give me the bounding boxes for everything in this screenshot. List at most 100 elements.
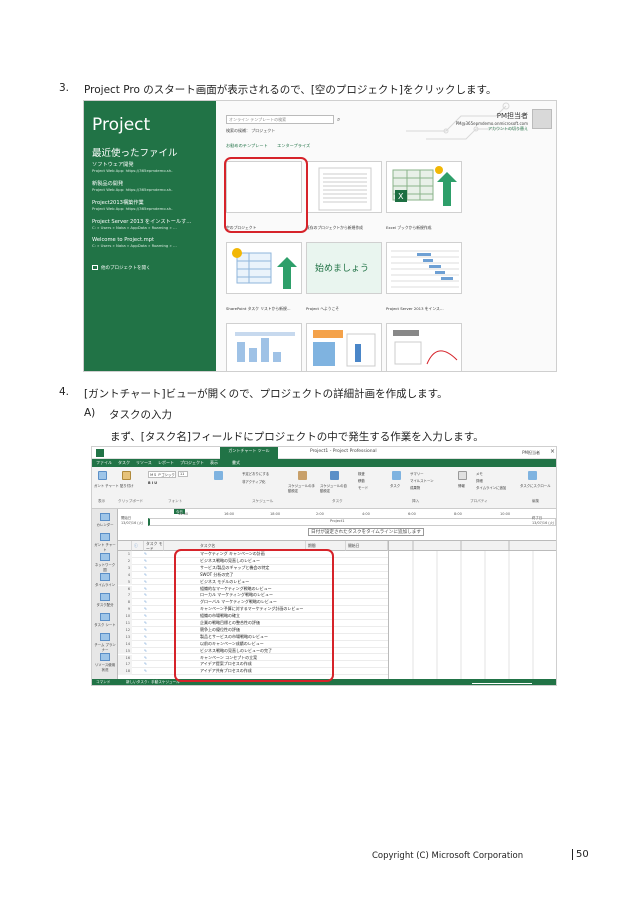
row-number[interactable]: 10 [118,613,132,620]
recent-file-item[interactable]: Project2013構築作業 Project Web App: https:/… [92,199,214,211]
row-number[interactable]: 18 [118,668,132,676]
auto-schedule-icon[interactable] [330,471,339,480]
view-gantt-button[interactable]: ガント チャート [94,533,116,552]
font-size-select[interactable]: 11 [178,471,188,477]
start-column-header[interactable]: 開始日 [346,541,388,551]
tab-task[interactable]: タスク [118,460,130,466]
scroll-to-task-icon[interactable] [528,471,537,480]
bold-button[interactable]: B I U [148,481,157,485]
inactivate-button[interactable]: 非アクティブ化 [242,479,265,484]
view-network-button[interactable]: ネットワーク図 [94,553,116,572]
template-tabs: お勧めのテンプレート エンタープライズ [226,143,318,149]
information-button[interactable]: 情報 [458,483,465,488]
indicators-column-header[interactable]: ⓘ [132,541,144,551]
row-number[interactable]: 4 [118,571,132,579]
timeline-bar[interactable]: Project1 [148,518,556,526]
notes-button[interactable]: メモ [476,471,483,476]
view-resource-usage-button[interactable]: リソース使用状況 [94,653,116,672]
task-mode-column-header[interactable]: タスク モード [144,541,164,551]
inspect-button[interactable]: 検査 [358,471,365,476]
row-number[interactable]: 17 [118,661,132,669]
recent-file-item[interactable]: 新製品の開発 Project Web App: https://365epmde… [92,180,214,192]
manual-schedule-pin-icon: ✎ [144,634,148,639]
folder-icon [92,265,98,270]
recent-file-item[interactable]: Project Server 2013 をインストールす… C: » Users… [92,218,214,230]
gantt-chart-icon[interactable] [98,471,107,480]
information-icon[interactable] [458,471,467,480]
manual-schedule-button[interactable]: スケジュールの手動設定 [288,483,318,493]
switch-account-link[interactable]: アカウントの切り替え [456,126,528,132]
zoom-slider[interactable] [472,683,532,684]
row-number[interactable]: 14 [118,640,132,648]
insert-task-button[interactable]: タスク [390,483,400,488]
row-number[interactable]: 16 [118,654,132,662]
tab-format[interactable]: 書式 [232,460,240,466]
open-other-projects-link[interactable]: 他のプロジェクトを開く [92,265,151,271]
scroll-to-task-button[interactable]: タスクにスクロール [520,483,554,488]
row-number[interactable]: 5 [118,578,132,586]
tab-enterprise[interactable]: エンタープライズ [277,143,310,148]
gantt-view-button[interactable]: ガント チャート [94,483,119,488]
new-from-existing-template[interactable] [306,161,382,213]
view-calendar-button[interactable]: カレンダー [94,513,116,527]
template-tile[interactable] [306,323,382,371]
manual-schedule-icon[interactable] [298,471,307,480]
install-guide-template[interactable] [386,242,462,294]
move-button[interactable]: 移動 [358,478,365,483]
ribbon: ガント チャート 貼り付け ＭＳ Ｐゴシック 11 B I U 予定どおりにする… [92,467,556,509]
timeline-pane[interactable]: 今日 開始日 13/07/16 (火) Project1 14:00 16:00 … [118,509,556,541]
new-from-excel-template[interactable]: X [386,161,462,213]
row-number[interactable]: 15 [118,647,132,655]
tab-featured[interactable]: お勧めのテンプレート [226,143,268,148]
start-sidebar: Project 最近使ったファイル ソフトウェア開発 Project Web A… [84,101,216,371]
task-icon[interactable] [392,471,401,480]
ribbon-group-label: プロパティ [470,499,488,503]
template-search-input[interactable]: オンライン テンプレートの検索 [226,115,334,124]
paste-icon[interactable] [122,471,131,480]
tab-resource[interactable]: リソース [136,460,152,466]
progress-icon[interactable] [214,471,223,480]
view-task-sheet-button[interactable]: タスク シート [94,613,116,627]
mode-button[interactable]: モード [358,485,368,490]
template-tile[interactable] [386,323,462,371]
new-tasks-mode[interactable]: 新しいタスク：手動スケジュール [126,680,180,685]
view-team-planner-button[interactable]: チーム プランナー [94,633,116,652]
tab-project[interactable]: プロジェクト [180,460,204,466]
row-number[interactable]: 3 [118,564,132,572]
close-icon[interactable]: × [550,448,555,455]
row-number[interactable]: 12 [118,626,132,634]
view-task-usage-button[interactable]: タスク配分 [94,593,116,607]
tab-file[interactable]: ファイル [96,460,112,466]
row-number[interactable]: 7 [118,592,132,600]
row-number[interactable]: 6 [118,585,132,593]
row-number[interactable]: 2 [118,557,132,565]
summary-button[interactable]: サマリー [410,471,424,476]
row-number[interactable]: 1 [118,551,132,558]
row-number[interactable]: 11 [118,620,132,627]
recent-file-item[interactable]: ソフトウェア開発 Project Web App: https://365epm… [92,161,214,173]
deliverable-button[interactable]: 成果物 [410,485,420,490]
template-tile[interactable] [226,323,302,371]
details-button[interactable]: 詳細 [476,478,483,483]
recent-file-item[interactable]: Welcome to Project.mpt C: » Users » Naka… [92,237,214,248]
row-number[interactable]: 9 [118,606,132,614]
respect-links-button[interactable]: 予定どおりにする [242,471,269,476]
paste-button[interactable]: 貼り付け [120,483,134,488]
sharepoint-template[interactable] [226,242,302,294]
manual-schedule-pin-icon: ✎ [144,607,148,612]
font-select[interactable]: ＭＳ Ｐゴシック [148,471,176,478]
user-name[interactable]: PM担当者 [522,450,540,456]
milestone-button[interactable]: マイルストーン [410,478,434,483]
auto-schedule-button[interactable]: スケジュールの自動設定 [320,483,350,493]
row-number[interactable]: 8 [118,599,132,607]
view-timeline-button[interactable]: タイムライン [94,573,116,587]
tab-report[interactable]: レポート [158,460,174,466]
avatar[interactable] [532,109,552,129]
row-number[interactable]: 13 [118,633,132,641]
welcome-template[interactable]: 始めましょう [306,242,382,294]
tab-view[interactable]: 表示 [210,460,218,466]
search-icon[interactable]: ⌕ [337,116,340,124]
add-to-timeline-button[interactable]: タイムラインに追加 [476,485,506,490]
gantt-chart-screenshot: ガントチャート ツール Project1 - Project Professio… [91,446,557,686]
gantt-chart-pane[interactable] [388,541,556,679]
